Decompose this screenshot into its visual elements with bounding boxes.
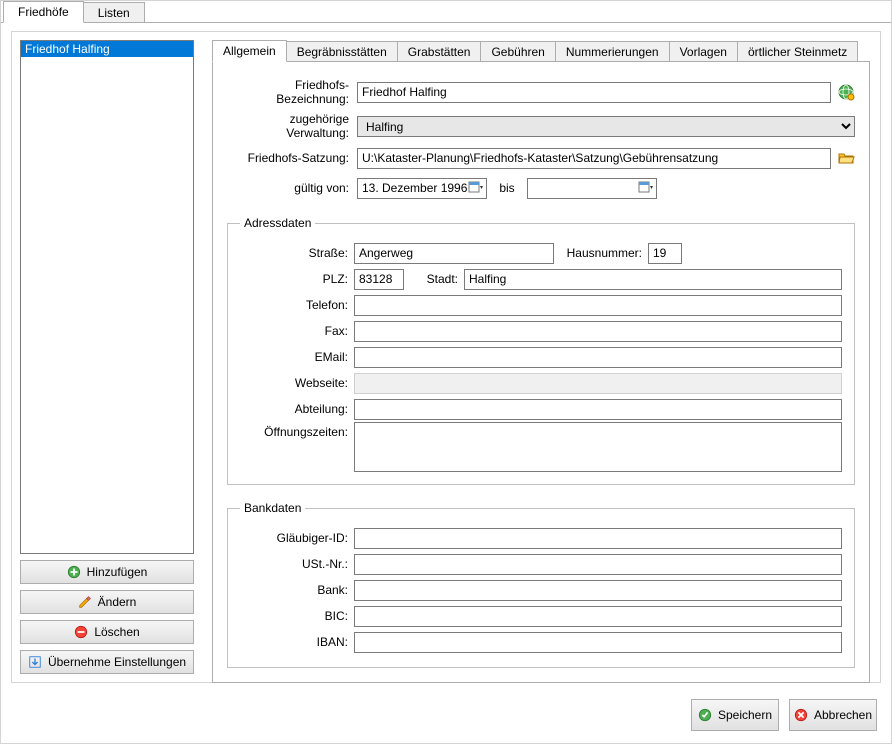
department-input[interactable] xyxy=(354,399,842,420)
bank-legend: Bankdaten xyxy=(240,501,305,515)
fax-input[interactable] xyxy=(354,321,842,342)
delete-button-label: Löschen xyxy=(94,625,139,639)
label-houseno: Hausnummer: xyxy=(560,246,642,260)
iban-input[interactable] xyxy=(354,632,842,653)
form-area: Friedhofs-Bezeichnung: zugehörige Verwal… xyxy=(212,62,870,683)
label-city: Stadt: xyxy=(410,272,458,286)
bank-input[interactable] xyxy=(354,580,842,601)
left-panel: Friedhof Halfing Hinzufügen Ändern Lösch… xyxy=(12,32,202,682)
label-phone: Telefon: xyxy=(240,298,348,312)
label-fax: Fax: xyxy=(240,324,348,338)
calendar-dropdown-icon[interactable] xyxy=(638,180,654,196)
label-department: Abteilung: xyxy=(240,402,348,416)
admin-select[interactable]: Halfing xyxy=(357,116,855,137)
name-input[interactable] xyxy=(357,82,831,103)
label-street: Straße: xyxy=(240,246,348,260)
address-fieldset: Adressdaten Straße: Hausnummer: PLZ: Sta… xyxy=(227,216,855,485)
bottom-bar: Speichern Abbrechen xyxy=(691,699,877,731)
top-tab-border xyxy=(1,22,891,23)
import-settings-button[interactable]: Übernehme Einstellungen xyxy=(20,650,194,674)
cemetery-listbox[interactable]: Friedhof Halfing xyxy=(20,40,194,554)
folder-open-icon[interactable] xyxy=(837,149,855,167)
bank-fieldset: Bankdaten Gläubiger-ID: USt.-Nr.: Bank: xyxy=(227,501,855,668)
tab-gebuehren[interactable]: Gebühren xyxy=(480,41,555,62)
app-window: Friedhöfe Listen Friedhof Halfing Hinzuf… xyxy=(0,0,892,744)
phone-input[interactable] xyxy=(354,295,842,316)
website-field xyxy=(354,373,842,394)
label-name: Friedhofs-Bezeichnung: xyxy=(227,78,351,106)
label-statute: Friedhofs-Satzung: xyxy=(227,151,351,165)
valid-to-date[interactable] xyxy=(527,178,657,199)
label-valid-from: gültig von: xyxy=(227,181,351,195)
top-tab-listen[interactable]: Listen xyxy=(83,2,145,23)
cancel-button[interactable]: Abbrechen xyxy=(789,699,877,731)
statute-input[interactable] xyxy=(357,148,831,169)
tab-steinmetz[interactable]: örtlicher Steinmetz xyxy=(737,41,858,62)
label-iban: IBAN: xyxy=(240,635,348,649)
right-panel: Allgemein Begräbnisstätten Grabstätten G… xyxy=(202,32,880,682)
import-settings-label: Übernehme Einstellungen xyxy=(48,655,186,669)
city-input[interactable] xyxy=(464,269,842,290)
plus-icon xyxy=(67,565,81,579)
minus-icon xyxy=(74,625,88,639)
label-bank: Bank: xyxy=(240,583,348,597)
bic-input[interactable] xyxy=(354,606,842,627)
pencil-icon xyxy=(78,595,92,609)
tab-begraebnisstaetten[interactable]: Begräbnisstätten xyxy=(286,41,398,62)
label-vat: USt.-Nr.: xyxy=(240,557,348,571)
cross-icon xyxy=(794,708,808,722)
edit-button[interactable]: Ändern xyxy=(20,590,194,614)
edit-button-label: Ändern xyxy=(98,595,137,609)
address-legend: Adressdaten xyxy=(240,216,315,230)
calendar-dropdown-icon[interactable] xyxy=(468,180,484,196)
cancel-button-label: Abbrechen xyxy=(814,708,872,722)
inner-tab-border xyxy=(212,61,870,62)
creditor-input[interactable] xyxy=(354,528,842,549)
label-creditor: Gläubiger-ID: xyxy=(240,531,348,545)
save-button[interactable]: Speichern xyxy=(691,699,779,731)
vat-input[interactable] xyxy=(354,554,842,575)
inner-tabstrip: Allgemein Begräbnisstätten Grabstätten G… xyxy=(212,40,870,62)
tab-allgemein[interactable]: Allgemein xyxy=(212,40,287,62)
check-icon xyxy=(698,708,712,722)
top-tab-friedhoefe[interactable]: Friedhöfe xyxy=(3,1,84,23)
houseno-input[interactable] xyxy=(648,243,682,264)
top-tabstrip: Friedhöfe Listen xyxy=(1,1,891,23)
hours-textarea[interactable] xyxy=(354,422,842,472)
tab-nummerierungen[interactable]: Nummerierungen xyxy=(555,41,670,62)
tab-grabstaetten[interactable]: Grabstätten xyxy=(397,41,482,62)
street-input[interactable] xyxy=(354,243,554,264)
label-email: EMail: xyxy=(240,350,348,364)
valid-from-value: 13. Dezember 1996 xyxy=(362,181,467,195)
label-admin: zugehörige Verwaltung: xyxy=(227,112,351,140)
delete-button[interactable]: Löschen xyxy=(20,620,194,644)
add-button[interactable]: Hinzufügen xyxy=(20,560,194,584)
label-zip: PLZ: xyxy=(240,272,348,286)
globe-icon[interactable] xyxy=(837,83,855,101)
email-input[interactable] xyxy=(354,347,842,368)
label-website: Webseite: xyxy=(240,376,348,390)
tab-vorlagen[interactable]: Vorlagen xyxy=(669,41,738,62)
list-item[interactable]: Friedhof Halfing xyxy=(21,41,193,57)
label-hours: Öffnungszeiten: xyxy=(240,422,348,439)
valid-from-date[interactable]: 13. Dezember 1996 xyxy=(357,178,487,199)
add-button-label: Hinzufügen xyxy=(87,565,148,579)
label-valid-to: bis xyxy=(493,181,521,195)
content-panel: Friedhof Halfing Hinzufügen Ändern Lösch… xyxy=(11,31,881,683)
label-bic: BIC: xyxy=(240,609,348,623)
settings-import-icon xyxy=(28,655,42,669)
zip-input[interactable] xyxy=(354,269,404,290)
save-button-label: Speichern xyxy=(718,708,772,722)
